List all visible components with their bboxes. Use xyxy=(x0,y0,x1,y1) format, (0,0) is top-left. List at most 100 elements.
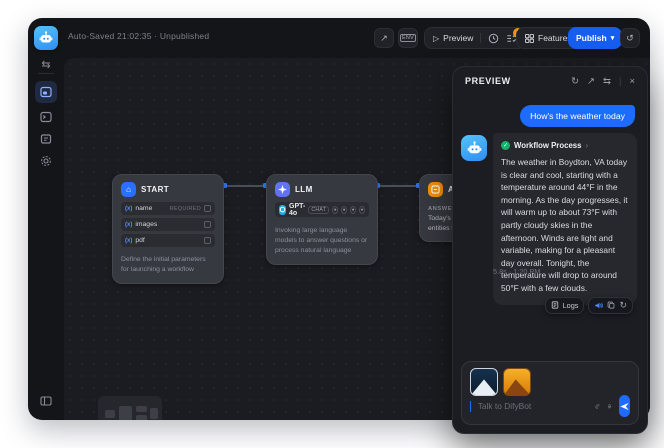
workflow-process-toggle[interactable]: ✓ Workflow Process › xyxy=(501,141,629,150)
preview-title: PREVIEW xyxy=(465,76,563,86)
attached-images xyxy=(470,368,630,396)
start-node-header: ⌂ START xyxy=(113,175,223,202)
answer-icon xyxy=(428,182,443,197)
variable-name: images xyxy=(135,221,201,228)
edge-llm-answer xyxy=(378,185,419,187)
chevron-down-icon: ▾ xyxy=(611,34,615,42)
copy-icon[interactable] xyxy=(607,301,615,309)
restart-conversation-icon[interactable]: ↻ xyxy=(571,76,579,87)
open-in-explore-button[interactable]: ↗ xyxy=(374,28,394,48)
collapse-panel-icon[interactable] xyxy=(35,390,57,412)
preview-header: PREVIEW ↻ ↗ ⇆ | × xyxy=(453,67,647,95)
run-history-icon xyxy=(488,33,499,44)
export-icon xyxy=(40,133,52,145)
send-button[interactable] xyxy=(619,395,630,417)
close-icon[interactable]: × xyxy=(629,76,635,87)
text-caret xyxy=(470,401,471,412)
edge-start-llm xyxy=(225,185,266,187)
start-node-title: START xyxy=(141,185,169,194)
sidebar-item-settings[interactable] xyxy=(35,150,57,172)
variable-badge-icon: (x) xyxy=(125,238,132,244)
logs-icon xyxy=(551,301,559,309)
chat-mode-badge: CHAT xyxy=(308,206,329,214)
llm-icon xyxy=(275,182,290,197)
terminal-icon xyxy=(40,111,52,123)
history-icon: ↺ xyxy=(626,33,634,44)
attachment-image-mountain-blue[interactable] xyxy=(470,368,498,396)
exit-workflow-icon[interactable]: ⇆ xyxy=(28,58,64,72)
workflow-process-label: Workflow Process xyxy=(514,141,581,150)
minimap-node xyxy=(105,410,115,418)
doc-capability-icon: ● xyxy=(359,206,365,214)
minimap[interactable] xyxy=(98,396,162,420)
mountain-graphic xyxy=(471,379,497,395)
start-var-row-name[interactable]: (x) name REQUIRED xyxy=(121,202,215,215)
web-capability-icon: ● xyxy=(332,206,338,214)
start-var-row-images[interactable]: (x) images xyxy=(121,218,215,231)
header-divider: | xyxy=(619,76,621,87)
file-type-icon xyxy=(204,221,211,228)
llm-node-title: LLM xyxy=(295,185,313,194)
preview-button[interactable]: ▷ Preview xyxy=(433,33,473,43)
variable-name: name xyxy=(135,205,166,212)
sidebar-item-export[interactable] xyxy=(35,128,57,150)
file-type-icon xyxy=(204,237,211,244)
panel-toggle-icon xyxy=(40,395,52,407)
node-start[interactable]: ⌂ START (x) name REQUIRED (x) images (x)… xyxy=(112,174,224,284)
sidebar-item-terminal[interactable] xyxy=(35,106,57,128)
minimap-node xyxy=(150,408,158,419)
run-history-button[interactable] xyxy=(488,33,499,44)
external-link-icon: ↗ xyxy=(380,33,388,44)
start-var-row-pdf[interactable]: (x) pdf xyxy=(121,234,215,247)
preview-panel: PREVIEW ↻ ↗ ⇆ | × How's the weather toda… xyxy=(452,66,648,434)
preview-label: Preview xyxy=(443,33,473,43)
logs-label: Logs xyxy=(563,301,579,310)
env-icon: ENV xyxy=(400,34,416,42)
home-icon: ⌂ xyxy=(121,182,136,197)
run-toolbar: ▷ Preview 2 xyxy=(424,27,526,49)
logs-button[interactable]: Logs xyxy=(545,297,585,314)
attachment-image-mountain-orange[interactable] xyxy=(503,368,531,396)
send-icon xyxy=(619,401,630,412)
switch-view-icon[interactable]: ⇆ xyxy=(603,76,611,87)
attach-file-icon[interactable] xyxy=(595,401,600,412)
assistant-avatar xyxy=(461,135,487,161)
required-label: REQUIRED xyxy=(170,206,201,212)
model-selector[interactable]: GPT-4o CHAT ● ● ● ● xyxy=(275,202,369,217)
node-llm[interactable]: LLM GPT-4o CHAT ● ● ● ● Invoking large l… xyxy=(266,174,378,265)
play-icon: ▷ xyxy=(433,34,439,43)
minimap-node xyxy=(136,406,147,412)
llm-node-description: Invoking large language models to answer… xyxy=(267,221,377,264)
assistant-message-bubble: ✓ Workflow Process › The weather in Boyd… xyxy=(493,133,637,305)
publish-label: Publish xyxy=(576,33,607,43)
app-logo-robot-icon[interactable] xyxy=(34,26,58,50)
message-tools: ↻ xyxy=(588,297,633,314)
user-message-bubble: How's the weather today xyxy=(520,105,635,127)
microphone-icon[interactable] xyxy=(607,401,612,412)
regenerate-icon[interactable]: ↻ xyxy=(619,300,627,311)
env-variables-button[interactable]: ENV xyxy=(398,28,418,48)
publish-button[interactable]: Publish ▾ xyxy=(568,27,622,49)
autosave-status: Auto-Saved 21:02:35 · Unpublished xyxy=(68,31,209,41)
gear-icon xyxy=(40,155,52,167)
minimap-node xyxy=(136,415,147,420)
mountain-graphic xyxy=(504,379,530,395)
gpt-4o-icon xyxy=(279,205,286,215)
sidebar-item-orchestrate[interactable] xyxy=(35,81,57,103)
start-node-description: Define the initial parameters for launch… xyxy=(113,250,223,283)
open-in-new-icon[interactable]: ↗ xyxy=(587,76,595,87)
toolbar-divider xyxy=(480,33,481,43)
vision-capability-icon: ● xyxy=(350,206,356,214)
features-icon xyxy=(525,34,534,43)
version-history-button[interactable]: ↺ xyxy=(620,28,640,48)
success-check-icon: ✓ xyxy=(501,141,510,150)
message-meta: 5.8s · 1:20 PM xyxy=(493,267,540,276)
chevron-right-icon: › xyxy=(585,141,588,150)
robot-icon xyxy=(466,140,483,157)
robot-icon xyxy=(38,30,54,46)
speaker-icon[interactable] xyxy=(594,301,603,310)
chat-input[interactable] xyxy=(478,401,588,411)
model-name: GPT-4o xyxy=(289,203,305,217)
variable-badge-icon: (x) xyxy=(125,222,132,228)
sidebar-divider xyxy=(38,73,54,74)
